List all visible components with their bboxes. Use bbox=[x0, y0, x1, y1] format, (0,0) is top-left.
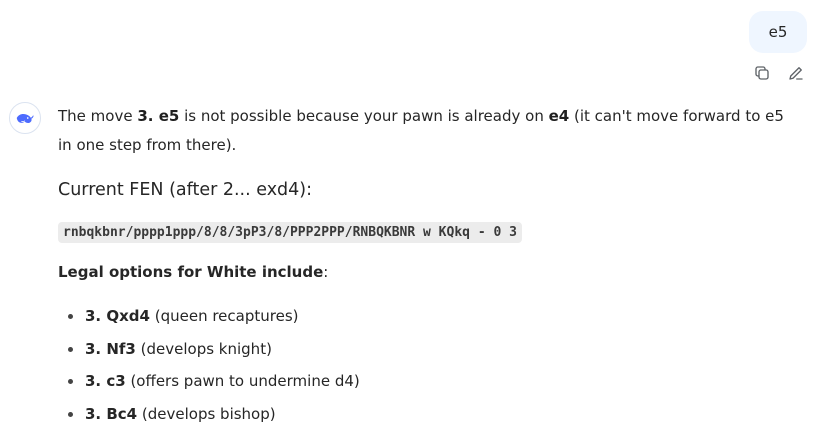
user-message-text: e5 bbox=[768, 23, 788, 41]
fen-heading: Current FEN (after 2... exd4): bbox=[58, 180, 313, 200]
bullet-icon bbox=[68, 379, 73, 384]
intro-move: 3. e5 bbox=[137, 107, 180, 125]
user-message-bubble: e5 bbox=[749, 11, 807, 53]
message-actions bbox=[752, 63, 806, 83]
option-note: (develops bishop) bbox=[137, 404, 276, 423]
legal-options-label: Legal options for White include: bbox=[58, 263, 328, 281]
whale-logo-icon bbox=[16, 114, 34, 124]
copy-icon bbox=[755, 66, 769, 80]
options-list: 3. Qxd4 (queen recaptures) 3. Nf3 (devel… bbox=[58, 304, 360, 434]
list-item: 3. Qxd4 (queen recaptures) bbox=[58, 304, 360, 337]
edit-button[interactable] bbox=[786, 63, 806, 83]
intro-part1: The move bbox=[58, 107, 138, 125]
intro-square: e4 bbox=[548, 107, 570, 125]
bullet-icon bbox=[68, 411, 73, 417]
copy-button[interactable] bbox=[752, 63, 772, 83]
fen-code: rnbqkbnr/pppp1ppp/8/8/3pP3/8/PPP2PPP/RNB… bbox=[58, 222, 522, 243]
option-move: 3. c3 bbox=[85, 372, 126, 390]
list-item: 3. c3 (offers pawn to undermine d4) bbox=[58, 369, 360, 402]
list-item: 3. Bc4 (develops bishop) bbox=[58, 402, 360, 435]
intro-paragraph: The move 3. e5 is not possible because y… bbox=[58, 102, 788, 160]
option-move: 3. Qxd4 bbox=[85, 307, 150, 325]
legal-label-suffix: : bbox=[323, 263, 329, 281]
bullet-icon bbox=[68, 314, 73, 319]
bullet-icon bbox=[68, 346, 73, 352]
option-note: (develops knight) bbox=[135, 339, 272, 358]
option-move: 3. Bc4 bbox=[85, 404, 138, 423]
intro-part2: is not possible because your pawn is alr… bbox=[179, 107, 549, 125]
legal-label-text: Legal options for White include bbox=[58, 263, 324, 281]
option-note: (queen recaptures) bbox=[149, 307, 299, 325]
assistant-avatar bbox=[9, 102, 41, 134]
assistant-reply: The move 3. e5 is not possible because y… bbox=[58, 102, 788, 423]
option-move: 3. Nf3 bbox=[85, 339, 136, 358]
option-note: (offers pawn to undermine d4) bbox=[125, 372, 360, 390]
edit-icon bbox=[789, 67, 803, 80]
list-item: 3. Nf3 (develops knight) bbox=[58, 337, 360, 370]
